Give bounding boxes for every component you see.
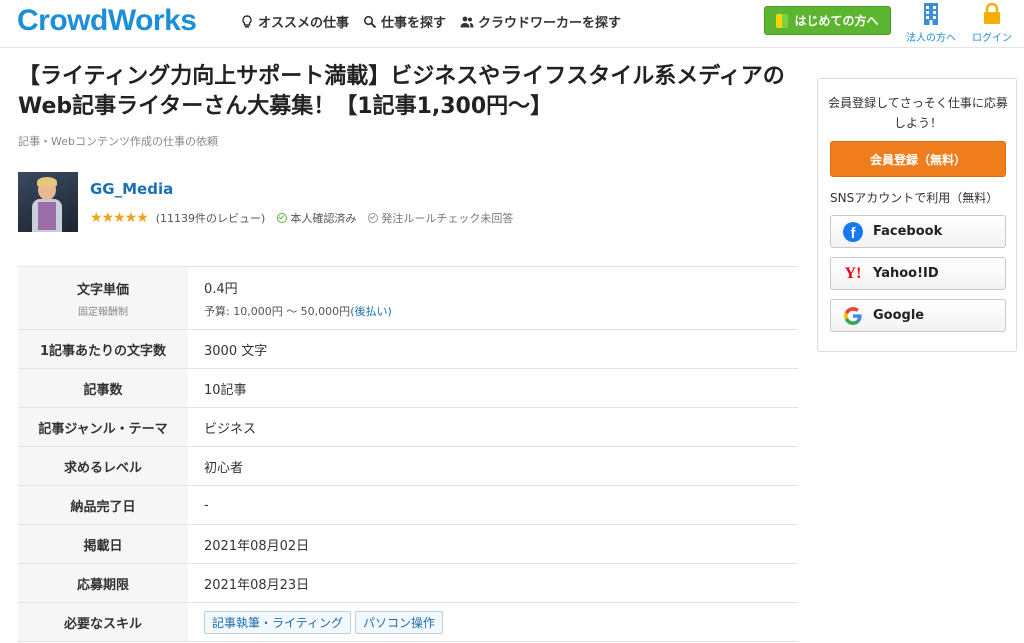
- login-link[interactable]: ログイン: [972, 2, 1012, 44]
- google-login-button[interactable]: Google: [830, 299, 1006, 332]
- google-label: Google: [873, 308, 925, 323]
- payment-type-label: 固定報酬制: [78, 306, 128, 318]
- row-label: 掲載日: [18, 524, 188, 564]
- row-label: 応募期限: [18, 563, 188, 603]
- building-icon: [924, 3, 938, 25]
- row-value: 初心者: [188, 446, 798, 486]
- beginners-guide-button[interactable]: はじめての方へ: [764, 6, 891, 35]
- row-value: -: [188, 485, 798, 525]
- beginners-guide-label: はじめての方へ: [794, 14, 879, 28]
- nav-find-jobs[interactable]: 仕事を探す: [363, 12, 446, 31]
- client-meta: ★★★★★ (11139件のレビュー) 本人確認済み 発注ルールチェック未回答: [90, 210, 513, 226]
- job-category-wrap: 記事・Webコンテンツ作成の仕事の依頼: [18, 100, 798, 156]
- nav-recommended-jobs[interactable]: オススメの仕事: [240, 12, 349, 31]
- identity-verified-badge: 本人確認済み: [277, 210, 356, 226]
- row-value: 3000 文字: [188, 329, 798, 369]
- nav-find-jobs-label: 仕事を探す: [381, 16, 447, 31]
- rating-stars-icon: ★★★★★: [90, 210, 149, 226]
- check-circle-icon: [277, 213, 288, 223]
- row-value: 10記事: [188, 368, 798, 408]
- table-row: 掲載日 2021年08月02日: [18, 524, 798, 564]
- budget-range: 予算: 10,000円 〜 50,000円: [204, 304, 351, 318]
- search-icon: [363, 15, 377, 28]
- nav-recommended-label: オススメの仕事: [258, 16, 350, 31]
- skills-label: 必要なスキル: [18, 602, 188, 642]
- identity-verified-label: 本人確認済み: [290, 212, 357, 225]
- avatar-hair: [37, 177, 57, 187]
- table-row: 記事数 10記事: [18, 368, 798, 408]
- signup-message: 会員登録してさっそく仕事に応募しよう！: [828, 96, 1008, 130]
- sns-label: SNSアカウントで利用（無料）: [830, 191, 999, 205]
- corporate-link[interactable]: 法人の方へ: [906, 2, 956, 44]
- row-value: 2021年08月02日: [188, 524, 798, 564]
- main-nav: オススメの仕事 仕事を探す クラウドワーカーを探す: [240, 12, 621, 31]
- table-row: 記事ジャンル・テーマ ビジネス: [18, 407, 798, 447]
- row-value: 2021年08月23日: [188, 563, 798, 603]
- rule-check-label: 発注ルールチェック未回答: [381, 212, 514, 225]
- register-button[interactable]: 会員登録（無料）: [830, 141, 1006, 177]
- yahoo-login-button[interactable]: Y! Yahoo!ID: [830, 257, 1006, 290]
- row-label: 記事数: [18, 368, 188, 408]
- client-avatar[interactable]: [18, 172, 78, 232]
- unit-price-cell: 0.4円 予算: 10,000円 〜 50,000円(後払い): [188, 266, 798, 330]
- row-value: ビジネス: [188, 407, 798, 447]
- table-row: 文字単価 固定報酬制 0.4円 予算: 10,000円 〜 50,000円(後払…: [18, 266, 798, 330]
- facebook-label: Facebook: [873, 224, 943, 239]
- row-label: 求めるレベル: [18, 446, 188, 486]
- table-row: 必要なスキル 記事執筆・ライティング パソコン操作: [18, 602, 798, 642]
- unit-price-value: 0.4円: [204, 281, 238, 297]
- check-circle-gray-icon: [368, 213, 379, 223]
- job-category[interactable]: 記事・Webコンテンツ作成の仕事の依頼: [18, 128, 218, 156]
- row-label: 記事ジャンル・テーマ: [18, 407, 188, 447]
- nav-find-workers-label: クラウドワーカーを探す: [478, 16, 622, 31]
- skill-tag[interactable]: 記事執筆・ライティング: [204, 610, 352, 634]
- unit-price-header: 文字単価 固定報酬制: [18, 266, 188, 330]
- users-icon: [460, 16, 474, 27]
- table-row: 納品完了日 -: [18, 485, 798, 525]
- lock-icon: [984, 2, 1000, 24]
- unit-price-label: 文字単価: [76, 282, 129, 298]
- table-row: 応募期限 2021年08月23日: [18, 563, 798, 603]
- login-link-label: ログイン: [972, 33, 1012, 44]
- yahoo-icon: Y!: [844, 264, 862, 282]
- table-row: 求めるレベル 初心者: [18, 446, 798, 486]
- facebook-icon: f: [843, 221, 863, 242]
- nav-find-workers[interactable]: クラウドワーカーを探す: [460, 12, 621, 31]
- google-icon: [844, 306, 862, 325]
- beginner-mark-icon: [776, 13, 789, 28]
- budget-payment: (後払い): [350, 304, 392, 318]
- client-name[interactable]: GG_Media: [90, 180, 173, 198]
- row-label: 1記事あたりの文字数: [18, 329, 188, 369]
- budget-text: 予算: 10,000円 〜 50,000円(後払い): [204, 303, 798, 319]
- review-count[interactable]: (11139件のレビュー): [156, 210, 266, 226]
- skill-tag[interactable]: パソコン操作: [355, 610, 444, 634]
- yahoo-label: Yahoo!ID: [873, 266, 939, 281]
- skills-cell: 記事執筆・ライティング パソコン操作: [188, 602, 798, 642]
- rule-check-badge: 発注ルールチェック未回答: [368, 210, 513, 226]
- crowdworks-logo[interactable]: CrowdWorks: [17, 4, 197, 38]
- corporate-link-label: 法人の方へ: [906, 33, 956, 44]
- lightbulb-icon: [242, 14, 252, 28]
- site-header: CrowdWorks オススメの仕事 仕事を探す クラウドワーカーを探す はじめ…: [0, 0, 1024, 48]
- facebook-login-button[interactable]: f Facebook: [830, 215, 1006, 248]
- job-detail-table: 文字単価 固定報酬制 0.4円 予算: 10,000円 〜 50,000円(後払…: [18, 266, 798, 642]
- row-label: 納品完了日: [18, 485, 188, 525]
- signup-sidebar: 会員登録してさっそく仕事に応募しよう！ 会員登録（無料） SNSアカウントで利用…: [817, 78, 1017, 352]
- table-row: 1記事あたりの文字数 3000 文字: [18, 329, 798, 369]
- avatar-vest: [38, 202, 56, 230]
